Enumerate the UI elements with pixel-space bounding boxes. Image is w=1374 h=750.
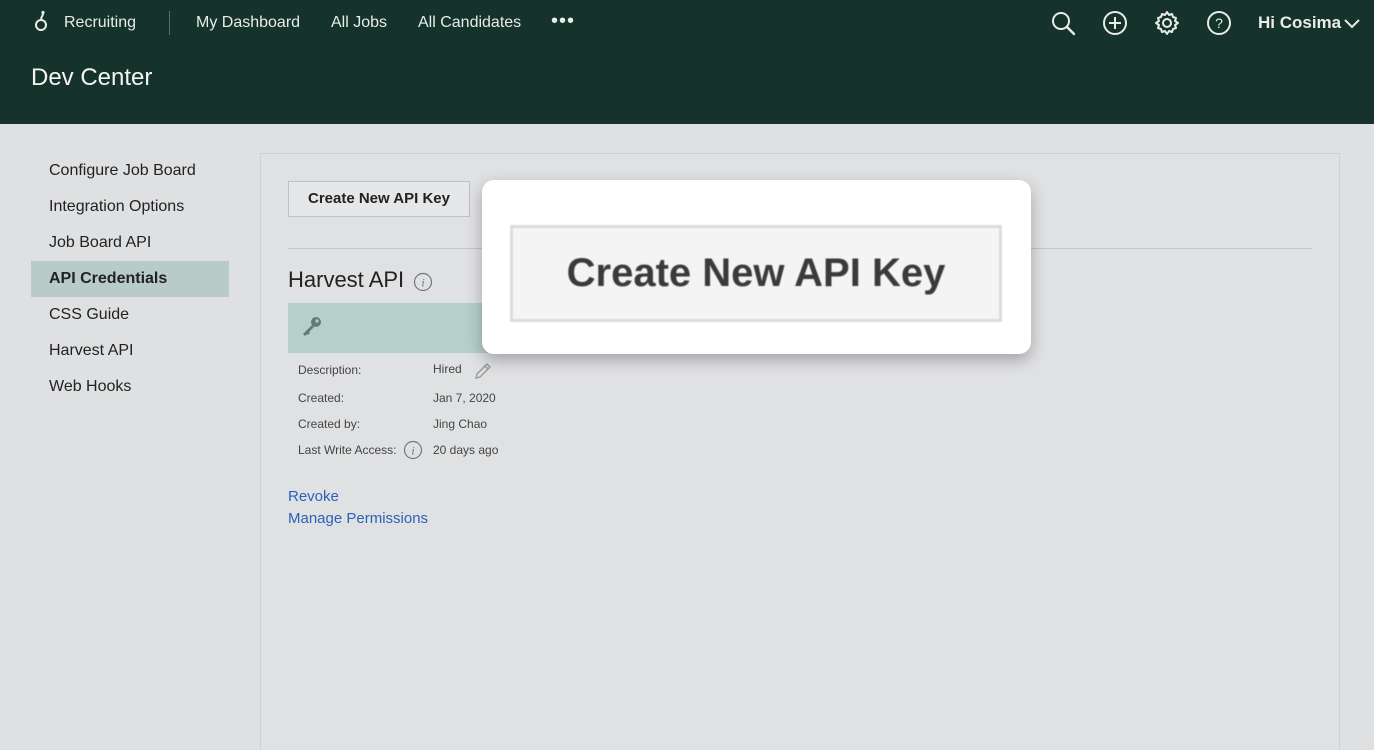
- search-icon[interactable]: [1050, 10, 1076, 36]
- created-label: Created:: [298, 391, 345, 405]
- svg-text:i: i: [421, 276, 424, 290]
- app-header: Recruiting My Dashboard All Jobs All Can…: [0, 0, 1374, 124]
- description-value: Hired: [433, 362, 462, 376]
- sidebar-item-job-board-api[interactable]: Job Board API: [31, 225, 229, 261]
- key-icon: [303, 317, 321, 336]
- nav-all-candidates[interactable]: All Candidates: [418, 14, 521, 32]
- gear-icon[interactable]: [1154, 10, 1180, 36]
- info-icon[interactable]: i: [403, 440, 423, 460]
- help-icon[interactable]: ?: [1206, 10, 1232, 36]
- user-greeting[interactable]: Hi Cosima: [1258, 13, 1341, 33]
- create-new-api-key-button-zoomed[interactable]: Create New API Key: [510, 225, 1002, 322]
- manage-permissions-link[interactable]: Manage Permissions: [288, 510, 428, 527]
- sidebar-item-harvest-api[interactable]: Harvest API: [31, 333, 229, 369]
- sidebar-item-api-credentials[interactable]: API Credentials: [31, 261, 229, 297]
- nav-divider: [169, 11, 170, 35]
- created-value: Jan 7, 2020: [433, 391, 496, 405]
- sidebar-item-web-hooks[interactable]: Web Hooks: [31, 369, 229, 405]
- nav-all-jobs[interactable]: All Jobs: [331, 14, 387, 32]
- add-icon[interactable]: [1102, 10, 1128, 36]
- svg-text:?: ?: [1215, 15, 1223, 31]
- brand-name[interactable]: Recruiting: [64, 14, 136, 32]
- last-write-access-value: 20 days ago: [433, 443, 499, 457]
- sidebar-item-configure-job-board[interactable]: Configure Job Board: [31, 153, 229, 189]
- info-icon[interactable]: i: [413, 272, 433, 292]
- page-title: Dev Center: [31, 64, 153, 91]
- sidebar-item-integration-options[interactable]: Integration Options: [31, 189, 229, 225]
- sidebar-item-css-guide[interactable]: CSS Guide: [31, 297, 229, 333]
- svg-text:i: i: [411, 444, 414, 458]
- description-label: Description:: [298, 363, 362, 377]
- create-new-api-key-button[interactable]: Create New API Key: [288, 181, 470, 217]
- created-by-value: Jing Chao: [433, 417, 488, 431]
- more-menu-icon[interactable]: •••: [551, 10, 575, 33]
- chevron-down-icon[interactable]: [1343, 16, 1361, 30]
- greenhouse-logo-icon[interactable]: [32, 10, 50, 36]
- last-write-access-label: Last Write Access:: [298, 443, 397, 457]
- created-by-label: Created by:: [298, 417, 361, 431]
- nav-my-dashboard[interactable]: My Dashboard: [196, 14, 300, 32]
- edit-pencil-icon[interactable]: [472, 360, 494, 382]
- section-title-harvest-api: Harvest API: [288, 267, 405, 292]
- top-nav-bar: Recruiting My Dashboard All Jobs All Can…: [0, 0, 1374, 46]
- revoke-link[interactable]: Revoke: [288, 488, 339, 505]
- zoom-callout: Create New API Key: [482, 180, 1031, 354]
